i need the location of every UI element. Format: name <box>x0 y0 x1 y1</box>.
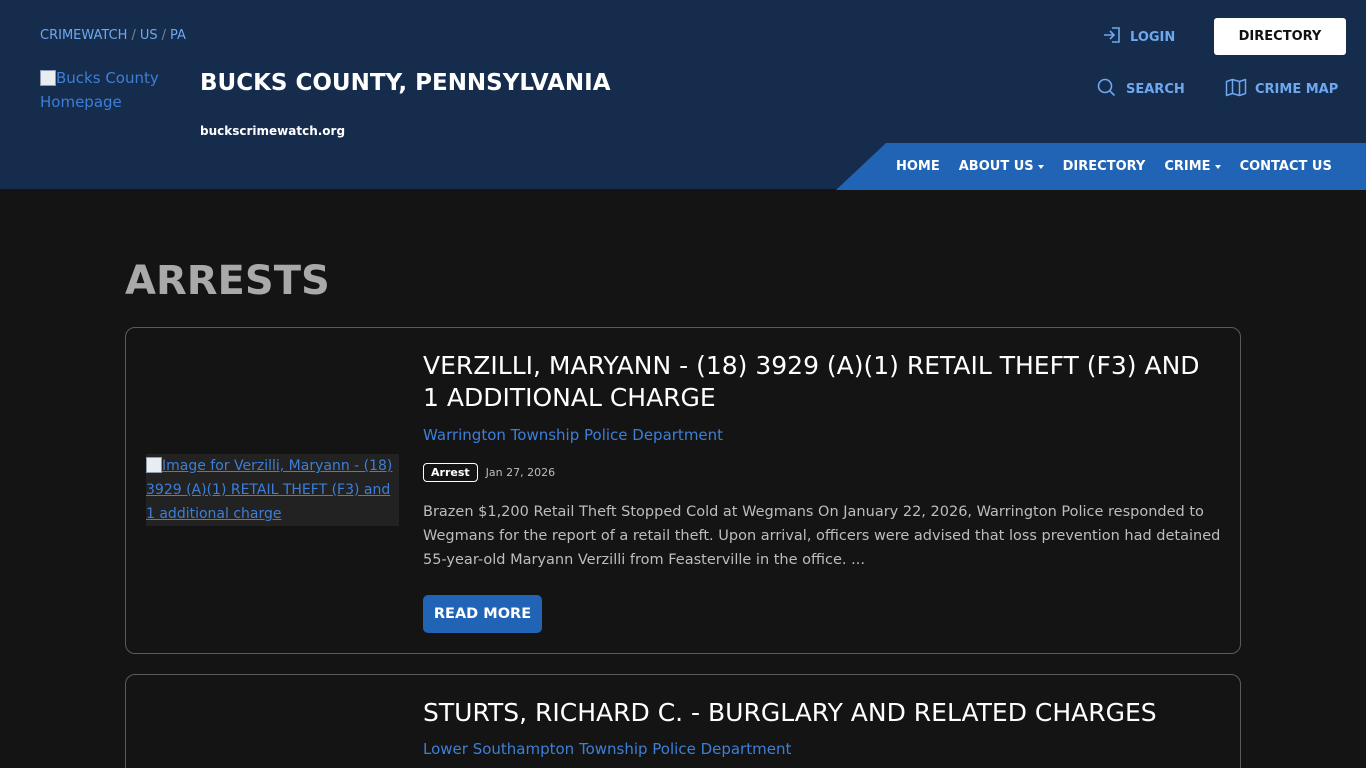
caret-down-icon <box>1214 164 1221 169</box>
crime-map-label: CRIME MAP <box>1255 81 1339 97</box>
page-title: ARRESTS <box>125 258 330 304</box>
breadcrumb-crimewatch[interactable]: CRIMEWATCH <box>40 28 127 43</box>
directory-button[interactable]: DIRECTORY <box>1214 18 1346 55</box>
nav-directory-label: DIRECTORY <box>1062 159 1146 174</box>
nav-crime[interactable]: CRIME <box>1164 159 1221 174</box>
search-label: SEARCH <box>1126 81 1185 97</box>
site-title[interactable]: BUCKS COUNTY, PENNSYLVANIA <box>200 70 611 96</box>
map-icon <box>1225 78 1247 101</box>
site-header: CRIMEWATCH / US / PA Bucks County Homepage B… <box>0 0 1366 190</box>
post-department[interactable]: Warrington Township Police Department <box>423 426 723 444</box>
breadcrumb-pa[interactable]: PA <box>170 28 186 43</box>
post-card: Image for Verzilli, Maryann - (18) 3929 … <box>125 327 1241 654</box>
post-card: STURTS, RICHARD C. - BURGLARY AND RELATE… <box>125 674 1241 768</box>
post-date: Jan 27, 2026 <box>485 466 556 479</box>
login-icon <box>1102 26 1122 48</box>
post-excerpt: Brazen $1,200 Retail Theft Stopped Cold … <box>423 504 1221 568</box>
post-department[interactable]: Lower Southampton Township Police Depart… <box>423 740 791 758</box>
breadcrumb-separator: / <box>161 28 166 43</box>
main-nav: HOME ABOUT US DIRECTORY CRIME CONTACT US <box>896 143 1332 190</box>
nav-home[interactable]: HOME <box>896 159 940 174</box>
site-url[interactable]: buckscrimewatch.org <box>200 124 345 138</box>
post-image-link[interactable]: Image for Verzilli, Maryann - (18) 3929 … <box>146 454 399 526</box>
crime-map-link[interactable]: CRIME MAP <box>1225 78 1338 100</box>
county-logo-link[interactable]: Bucks County Homepage <box>40 66 180 114</box>
nav-directory[interactable]: DIRECTORY <box>1063 159 1146 174</box>
broken-image-icon <box>146 457 162 473</box>
search-icon <box>1097 78 1116 101</box>
breadcrumb: CRIMEWATCH / US / PA <box>40 28 186 43</box>
category-badge[interactable]: Arrest <box>423 463 478 482</box>
broken-image-icon <box>40 70 56 86</box>
caret-down-icon <box>1037 164 1044 169</box>
nav-contact-us-label: CONTACT US <box>1239 159 1332 174</box>
search-link[interactable]: SEARCH <box>1097 78 1185 100</box>
post-meta: Arrest Jan 27, 2026 <box>423 463 555 482</box>
breadcrumb-separator: / <box>131 28 136 43</box>
login-label: LOGIN <box>1130 29 1176 45</box>
nav-contact-us[interactable]: CONTACT US <box>1240 159 1332 174</box>
post-title[interactable]: STURTS, RICHARD C. - BURGLARY AND RELATE… <box>423 697 1223 729</box>
post-image-alt: Image for Verzilli, Maryann - (18) 3929 … <box>146 458 393 522</box>
nav-home-label: HOME <box>896 159 940 174</box>
nav-about-us[interactable]: ABOUT US <box>959 159 1044 174</box>
nav-crime-label: CRIME <box>1164 159 1211 174</box>
read-more-button[interactable]: READ MORE <box>423 595 542 633</box>
post-title[interactable]: VERZILLI, MARYANN - (18) 3929 (A)(1) RET… <box>423 350 1223 414</box>
nav-about-us-label: ABOUT US <box>958 159 1034 174</box>
breadcrumb-us[interactable]: US <box>140 28 158 43</box>
logo-alt-text: Bucks County Homepage <box>40 69 159 111</box>
login-link[interactable]: LOGIN <box>1102 26 1175 48</box>
